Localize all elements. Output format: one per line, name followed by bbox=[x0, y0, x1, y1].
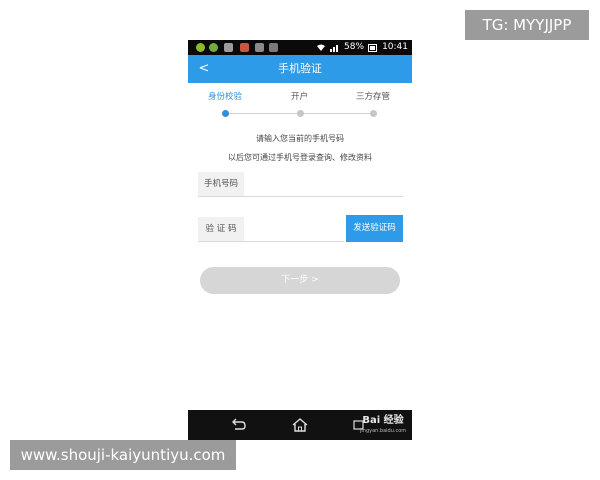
next-step-button[interactable]: 下一步 > bbox=[200, 267, 400, 294]
battery-icon bbox=[368, 43, 378, 52]
back-arrow-icon[interactable] bbox=[228, 416, 248, 434]
clock: 10:41 bbox=[382, 42, 408, 52]
baidu-url: jingyan.baidu.com bbox=[360, 428, 407, 434]
back-button[interactable]: < bbox=[194, 55, 214, 83]
image-icon bbox=[224, 43, 233, 52]
baidu-logo-text: Bai 经验 bbox=[362, 415, 404, 426]
status-bar: 58% 10:41 bbox=[188, 40, 412, 55]
page-title: 手机验证 bbox=[278, 62, 322, 75]
step-identity-dot bbox=[222, 110, 229, 117]
step-open-account-label: 开户 bbox=[291, 92, 309, 102]
bottom-watermark: www.shouji-kaiyuntiyu.com bbox=[10, 440, 236, 470]
step-third-party-dot bbox=[370, 110, 377, 117]
wechat-icon bbox=[209, 43, 218, 52]
wifi-icon bbox=[317, 44, 326, 51]
battery-percent: 58% bbox=[344, 42, 365, 52]
baidu-jingyan-logo: Bai 经验 jingyan.baidu.com bbox=[360, 414, 406, 436]
code-field-label: 验 证 码 bbox=[198, 217, 244, 241]
progress-steps: 身份校验 开户 三方存管 bbox=[188, 88, 412, 128]
phone-screen: 58% 10:41 < 手机验证 身份校验 开户 三方存管 请输入您当前的手机号… bbox=[188, 40, 412, 440]
send-code-button[interactable]: 发送验证码 bbox=[346, 215, 403, 242]
home-icon[interactable] bbox=[290, 416, 310, 434]
phone-field: 手机号码 bbox=[198, 172, 403, 197]
code-field: 验 证 码 bbox=[198, 217, 344, 242]
app-header: < 手机验证 bbox=[188, 55, 412, 83]
code-input[interactable] bbox=[248, 219, 342, 241]
image-icon bbox=[269, 43, 278, 52]
facebook-icon bbox=[255, 43, 264, 52]
instruction-line-1: 请输入您当前的手机号码 bbox=[256, 134, 344, 143]
app-icon bbox=[240, 43, 249, 52]
wechat-icon bbox=[196, 43, 205, 52]
signal-icon bbox=[330, 45, 339, 52]
phone-input[interactable] bbox=[248, 174, 352, 196]
instruction-line-2: 以后您可通过手机号登录查询、修改资料 bbox=[228, 153, 372, 162]
phone-field-label: 手机号码 bbox=[198, 172, 244, 196]
step-open-account-dot bbox=[297, 110, 304, 117]
navigation-bar: Bai 经验 jingyan.baidu.com bbox=[188, 410, 412, 440]
top-watermark: TG: MYYJJPP bbox=[465, 10, 589, 40]
step-identity-label: 身份校验 bbox=[208, 92, 243, 102]
step-third-party-label: 三方存管 bbox=[356, 92, 391, 102]
